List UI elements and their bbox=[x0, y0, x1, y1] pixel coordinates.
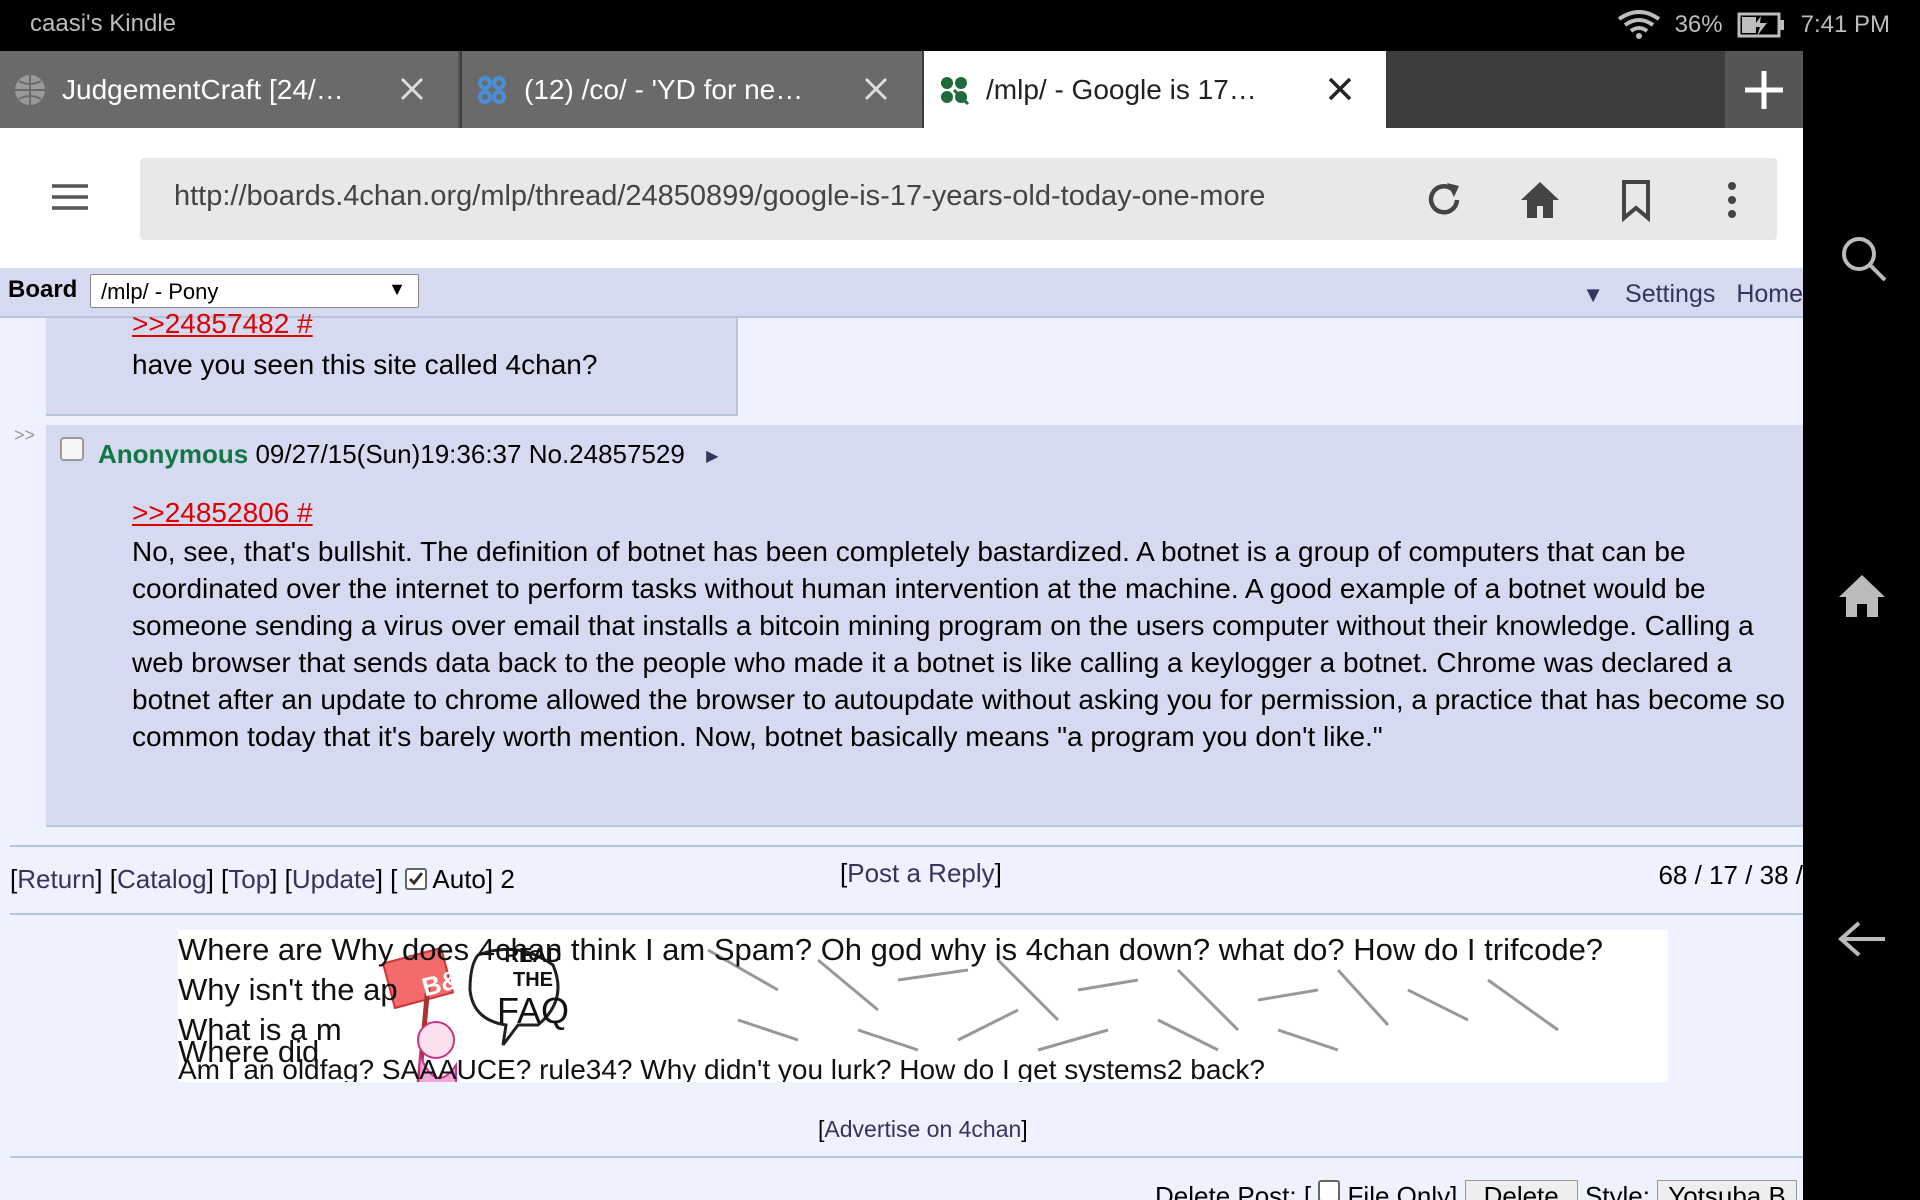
delete-button[interactable]: Delete bbox=[1464, 1180, 1578, 1200]
post-datetime: 09/27/15(Sun)19:36:37 bbox=[255, 439, 522, 469]
board-label: Board bbox=[8, 276, 78, 303]
banner-line: Am I an oldfag? SAAAUCE? rule34? Why did… bbox=[178, 1054, 1265, 1082]
close-tab-icon[interactable] bbox=[394, 71, 430, 107]
post-checkbox[interactable] bbox=[60, 437, 84, 461]
post-reply: [Post a Reply] bbox=[840, 858, 1002, 888]
post-number[interactable]: No.24857529 bbox=[529, 439, 685, 469]
board-select-value: /mlp/ - Pony bbox=[101, 279, 219, 304]
delete-post-bar: Delete Post: [ File Only] Delete Style: … bbox=[1155, 1180, 1797, 1200]
clover-icon bbox=[936, 72, 972, 108]
post-menu-triangle-icon[interactable]: ▶ bbox=[706, 448, 718, 465]
auto-update-checkbox[interactable] bbox=[404, 868, 427, 890]
board-select[interactable]: /mlp/ - Pony ▼ bbox=[90, 274, 419, 308]
clock: 7:41 PM bbox=[1800, 11, 1890, 38]
close-tab-icon[interactable] bbox=[858, 71, 894, 107]
collapse-triangle-icon[interactable]: ▼ bbox=[1582, 282, 1604, 307]
advertise: [Advertise on 4chan] bbox=[818, 1116, 1028, 1142]
style-select[interactable]: Yotsuba B bbox=[1657, 1180, 1797, 1200]
tab-mlp[interactable]: /mlp/ - Google is 17… bbox=[924, 51, 1386, 128]
quote-link[interactable]: >>24857482 # bbox=[132, 308, 313, 340]
web-page: Board /mlp/ - Pony ▼ ▼ Settings Home >>2… bbox=[0, 268, 1803, 1200]
wifi-icon bbox=[1617, 10, 1660, 39]
close-tab-icon[interactable] bbox=[1322, 71, 1358, 107]
delete-post-label: Delete Post: bbox=[1155, 1181, 1297, 1200]
tab-title: /mlp/ - Google is 17… bbox=[986, 73, 1257, 105]
search-icon[interactable] bbox=[1839, 234, 1889, 284]
catalog-link[interactable]: Catalog bbox=[117, 864, 207, 894]
tab-strip: JudgementCraft [24/… (12) /co/ - 'YD for… bbox=[0, 51, 1803, 128]
thread-stats: 68 / 17 / 38 / bbox=[1658, 860, 1803, 890]
poster-name: Anonymous bbox=[98, 439, 249, 469]
divider bbox=[10, 913, 1803, 915]
new-tab-button[interactable] bbox=[1725, 51, 1803, 128]
style-label: Style: bbox=[1584, 1181, 1650, 1200]
return-link[interactable]: Return bbox=[17, 864, 95, 894]
post-message: No, see, that's bullshit. The definition… bbox=[132, 536, 1785, 752]
reload-icon[interactable] bbox=[1422, 178, 1466, 222]
bubble-word: THE bbox=[513, 969, 553, 991]
reply-post: >>24857482 # have you seen this site cal… bbox=[46, 308, 738, 416]
battery-charging-icon bbox=[1737, 12, 1784, 38]
bookmark-icon[interactable] bbox=[1614, 178, 1658, 222]
device-name: caasi's Kindle bbox=[30, 10, 176, 37]
home-link[interactable]: Home bbox=[1736, 280, 1803, 308]
update-link[interactable]: Update bbox=[292, 864, 376, 894]
address-bar[interactable]: http://boards.4chan.org/mlp/thread/24850… bbox=[140, 158, 1777, 240]
tab-title: JudgementCraft [24/… bbox=[62, 73, 344, 105]
home-icon[interactable] bbox=[1837, 573, 1887, 619]
quote-link[interactable]: >>24852806 # bbox=[132, 497, 313, 529]
file-only-checkbox[interactable] bbox=[1318, 1180, 1341, 1200]
advertise-link[interactable]: Advertise on 4chan bbox=[824, 1116, 1021, 1142]
divider bbox=[10, 1156, 1803, 1158]
auto-count: 2 bbox=[500, 864, 515, 894]
divider bbox=[10, 845, 1803, 847]
bubble-word: READ bbox=[504, 945, 562, 967]
side-arrows: >> bbox=[14, 425, 36, 445]
dropdown-arrow-icon: ▼ bbox=[388, 279, 406, 299]
board-bar-links: ▼ Settings Home bbox=[1582, 280, 1803, 309]
globe-icon bbox=[12, 72, 48, 108]
post-message: have you seen this site called 4chan? bbox=[132, 349, 598, 380]
back-arrow-icon[interactable] bbox=[1837, 919, 1887, 959]
system-nav-rail bbox=[1803, 51, 1920, 1200]
banner-line: Why isn't the ap bbox=[178, 972, 398, 1007]
clover-icon bbox=[474, 72, 510, 108]
post-info: Anonymous 09/27/15(Sun)19:36:37 No.24857… bbox=[98, 439, 718, 470]
overflow-menu-icon[interactable] bbox=[1710, 178, 1754, 222]
top-link[interactable]: Top bbox=[228, 864, 270, 894]
banner-line: Where are Why does 4chan think I am Spam… bbox=[178, 932, 1604, 967]
tab-co[interactable]: (12) /co/ - 'YD for ne… bbox=[462, 51, 922, 128]
plus-icon bbox=[1745, 70, 1783, 109]
faq-banner-image[interactable]: Where are Why does 4chan think I am Spam… bbox=[178, 930, 1668, 1082]
reply-post: Anonymous 09/27/15(Sun)19:36:37 No.24857… bbox=[46, 425, 1803, 827]
tab-title: (12) /co/ - 'YD for ne… bbox=[524, 73, 804, 105]
tab-judgementcraft[interactable]: JudgementCraft [24/… bbox=[0, 51, 460, 128]
auto-label: Auto bbox=[432, 864, 486, 894]
browser-toolbar: http://boards.4chan.org/mlp/thread/24850… bbox=[0, 128, 1803, 268]
file-only-label: File Only bbox=[1347, 1181, 1451, 1200]
url-text[interactable]: http://boards.4chan.org/mlp/thread/24850… bbox=[174, 180, 1390, 213]
home-icon[interactable] bbox=[1518, 178, 1562, 222]
thread-nav: [Return] [Catalog] [Top] [Update] [ Auto… bbox=[10, 864, 515, 894]
settings-link[interactable]: Settings bbox=[1625, 280, 1715, 308]
post-reply-link[interactable]: Post a Reply bbox=[847, 858, 994, 888]
bubble-word: FAQ bbox=[496, 990, 570, 1031]
system-status-bar: caasi's Kindle 36% 7:41 PM bbox=[0, 0, 1920, 51]
hamburger-menu-icon[interactable] bbox=[50, 182, 90, 212]
faq-bubble: READ THE FAQ bbox=[488, 944, 578, 1030]
battery-percent: 36% bbox=[1674, 11, 1723, 38]
